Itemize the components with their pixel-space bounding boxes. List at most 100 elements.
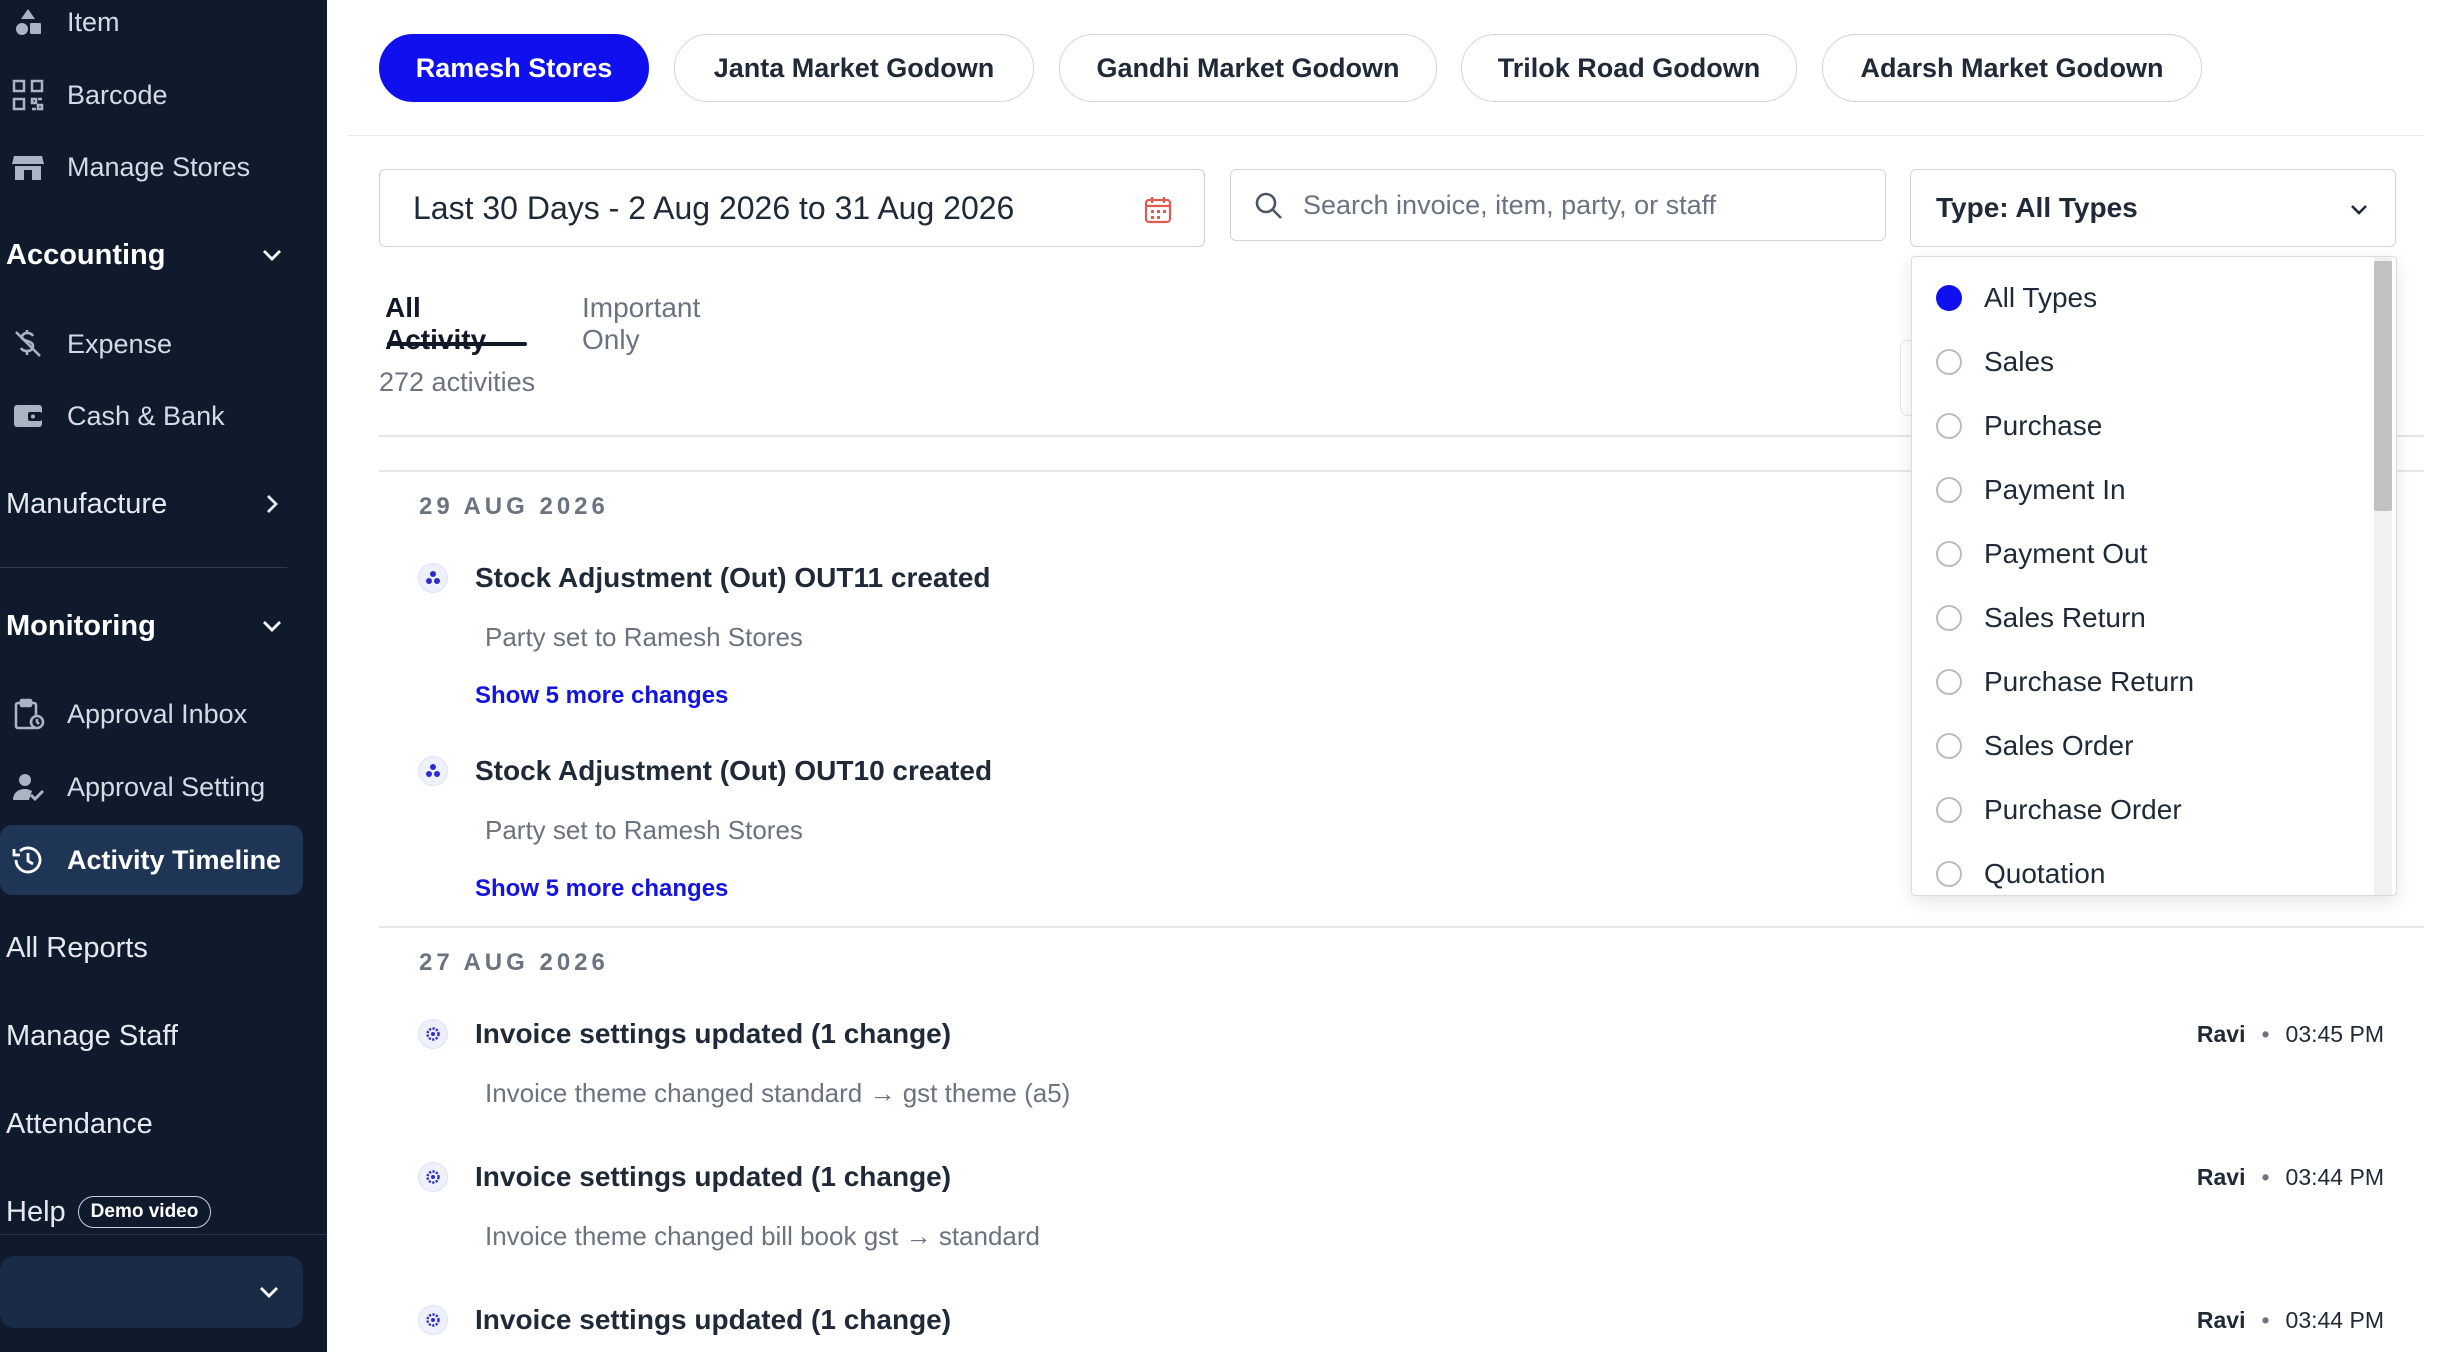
sidebar-item-item[interactable]: Item	[0, 0, 303, 57]
section-label: Accounting	[6, 238, 166, 271]
radio-unselected	[1936, 733, 1962, 759]
dropdown-scroll-thumb[interactable]	[2374, 261, 2392, 511]
type-option-purchase-return[interactable]: Purchase Return	[1912, 650, 2372, 714]
sidebar-item-label: Expense	[67, 328, 173, 359]
tab-important-only[interactable]: Important Only	[582, 278, 700, 355]
settings-icon	[418, 1305, 448, 1335]
sidebar-item-label: Approval Inbox	[67, 698, 248, 729]
type-filter-value: Type: All Types	[1936, 192, 2138, 223]
date-group-header: 29 AUG 2026	[419, 493, 609, 520]
radio-unselected	[1936, 349, 1962, 375]
activity-detail: Party set to Ramesh Stores	[485, 622, 803, 652]
activity-detail: Invoice theme changed bill book gst → st…	[485, 1221, 1041, 1251]
activity-detail: Invoice theme changed standard → gst the…	[485, 1078, 1071, 1108]
history-icon	[11, 843, 45, 877]
clipboard-icon	[11, 697, 45, 731]
store-tab-ramesh-stores[interactable]: Ramesh Stores	[379, 34, 649, 102]
option-label: Purchase	[1984, 410, 2103, 441]
option-label: Purchase Return	[1984, 666, 2195, 697]
user-check-icon	[11, 770, 45, 804]
type-option-purchase-order[interactable]: Purchase Order	[1912, 778, 2372, 842]
activity-meta: Ravi • 03:44 PM	[2197, 1307, 2384, 1334]
sidebar-item-label: Approval Setting	[67, 771, 266, 802]
type-option-sales[interactable]: Sales	[1912, 330, 2372, 394]
radio-unselected	[1936, 797, 1962, 823]
store-tab-trilok-road-godown[interactable]: Trilok Road Godown	[1461, 34, 1797, 102]
section-label: Monitoring	[6, 609, 156, 642]
sidebar-item-all-reports[interactable]: All Reports	[6, 918, 296, 978]
expense-icon	[11, 327, 45, 361]
type-option-sales-return[interactable]: Sales Return	[1912, 586, 2372, 650]
store-icon	[11, 150, 45, 184]
activity-user: Ravi	[2196, 1021, 2246, 1047]
option-label: Sales Return	[1984, 602, 2146, 633]
sidebar-item-label: All Reports	[6, 931, 148, 964]
date-range-picker[interactable]: Last 30 Days - 2 Aug 2026 to 31 Aug 2026	[379, 169, 1205, 247]
show-more-changes-link[interactable]: Show 5 more changes	[475, 875, 728, 903]
sidebar-divider	[0, 567, 287, 568]
sidebar-item-label: Manage Staff	[6, 1019, 178, 1052]
activity-detail: Party set to Ramesh Stores	[485, 815, 803, 845]
activity-time: 03:44 PM	[2285, 1164, 2384, 1190]
sidebar-section-monitoring[interactable]: Monitoring	[6, 596, 296, 656]
sidebar-item-cash-bank[interactable]: Cash & Bank	[0, 381, 303, 451]
store-tab-janta-market-godown[interactable]: Janta Market Godown	[674, 34, 1034, 102]
sidebar-item-label: Barcode	[67, 79, 168, 110]
option-label: Sales	[1984, 346, 2055, 377]
sidebar-item-label: Cash & Bank	[67, 400, 225, 431]
radio-unselected	[1936, 861, 1962, 887]
sidebar-item-manage-stores[interactable]: Manage Stores	[0, 132, 303, 202]
sidebar-item-expense[interactable]: Expense	[0, 309, 303, 379]
activity-meta: Ravi • 03:45 PM	[2197, 1021, 2384, 1048]
type-option-all-types[interactable]: All Types	[1912, 266, 2372, 330]
stock-adjustment-icon	[418, 563, 448, 593]
show-more-changes-link[interactable]: Show 5 more changes	[475, 682, 728, 710]
section-label: Manufacture	[6, 487, 168, 520]
sidebar-item-label: Item	[67, 6, 120, 37]
search-field[interactable]	[1230, 169, 1886, 241]
activity-count: 272 activities	[379, 367, 536, 397]
activity-time: 03:45 PM	[2285, 1021, 2384, 1047]
sidebar-item-barcode[interactable]: Barcode	[0, 60, 303, 130]
settings-icon	[418, 1019, 448, 1049]
type-option-payment-out[interactable]: Payment Out	[1912, 522, 2372, 586]
type-filter-select[interactable]: Type: All Types	[1910, 169, 2396, 247]
type-option-purchase[interactable]: Purchase	[1912, 394, 2372, 458]
chevron-down-icon	[263, 250, 281, 261]
radio-unselected	[1936, 605, 1962, 631]
store-tab-gandhi-market-godown[interactable]: Gandhi Market Godown	[1059, 34, 1437, 102]
sidebar-item-label: Help	[6, 1195, 66, 1228]
radio-selected	[1936, 285, 1962, 311]
shapes-icon	[11, 5, 45, 39]
sidebar-section-accounting[interactable]: Accounting	[6, 225, 296, 285]
demo-video-badge[interactable]: Demo video	[77, 1196, 212, 1228]
active-tab-indicator	[387, 342, 527, 346]
sidebar-item-approval-setting[interactable]: Approval Setting	[0, 752, 303, 822]
sidebar-item-approval-inbox[interactable]: Approval Inbox	[0, 679, 303, 749]
activity-user: Ravi	[2196, 1307, 2246, 1333]
activity-meta: Ravi • 03:44 PM	[2197, 1164, 2384, 1191]
type-option-payment-in[interactable]: Payment In	[1912, 458, 2372, 522]
store-tabs: Ramesh Stores Janta Market Godown Gandhi…	[348, 10, 2424, 136]
settings-icon	[418, 1162, 448, 1192]
store-tab-adarsh-market-godown[interactable]: Adarsh Market Godown	[1822, 34, 2202, 102]
sidebar-item-manage-staff[interactable]: Manage Staff	[6, 1006, 296, 1066]
radio-unselected	[1936, 541, 1962, 567]
sidebar-item-help[interactable]: Help Demo video	[6, 1182, 296, 1242]
sidebar-section-manufacture[interactable]: Manufacture	[6, 474, 296, 534]
divider	[379, 926, 2424, 928]
radio-unselected	[1936, 669, 1962, 695]
type-option-sales-order[interactable]: Sales Order	[1912, 714, 2372, 778]
sidebar: Item Barcode Manage Stores Accounting Ex…	[0, 0, 327, 1352]
type-dropdown-menu: All Types Sales Purchase Payment In Paym…	[1911, 256, 2397, 896]
search-input[interactable]	[1303, 180, 1863, 230]
sidebar-item-attendance[interactable]: Attendance	[6, 1094, 296, 1154]
tab-all-activity[interactable]: All Activity	[385, 278, 486, 355]
date-range-value: Last 30 Days - 2 Aug 2026 to 31 Aug 2026	[413, 189, 1015, 226]
activity-title: Invoice settings updated (1 change)	[475, 1304, 952, 1335]
account-switcher[interactable]	[0, 1256, 303, 1328]
sidebar-item-activity-timeline[interactable]: Activity Timeline	[0, 825, 303, 895]
activity-time: 03:44 PM	[2285, 1307, 2384, 1333]
activity-title: Stock Adjustment (Out) OUT11 created	[475, 562, 991, 593]
type-option-quotation[interactable]: Quotation	[1912, 842, 2372, 895]
